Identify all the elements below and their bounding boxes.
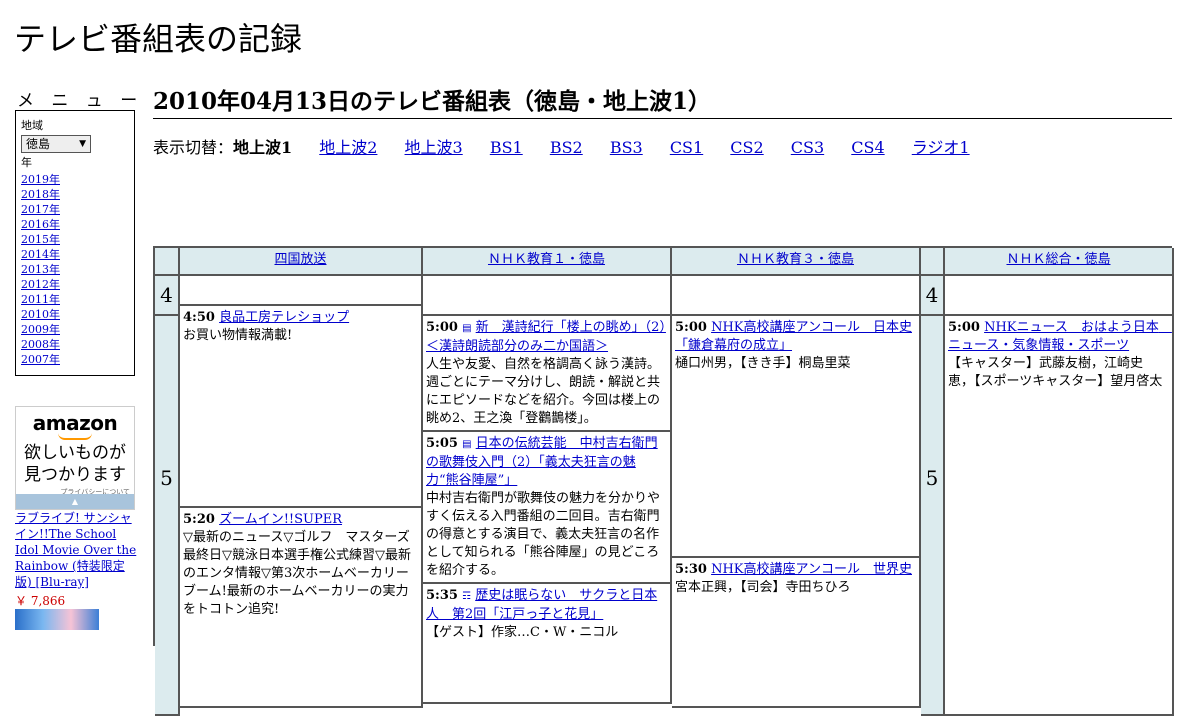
switcher-link-terrestrial2[interactable]: 地上波2 [319,138,377,157]
menu-heading: メ ニ ュ ー [17,91,144,111]
program-description: 人生や友愛、自然を格調高く詠う漢詩。週ごとにテーマ分けし、朗読・解説と共にエピソ… [426,357,661,426]
year-link-2010[interactable]: 2010年 [21,307,129,322]
program-cell: 5:00 NHK高校講座アンコール 日本史「鎌倉幕府の成立」 樋口州男，【きき手… [672,316,921,558]
program-time: 4:50 [183,310,215,325]
hour-label-5-right: 5 [921,316,945,716]
product-link[interactable]: ラブライブ! サンシャイン!!The School Idol Movie Ove… [15,510,137,590]
site-title: テレビ番組表の記録 [14,20,303,58]
ad-copy-line1: 欲しいものが [24,443,126,463]
year-link-2017[interactable]: 2017年 [21,202,129,217]
empty-slot-ch3 [672,276,921,316]
hour-label-4-right: 4 [921,276,945,316]
program-description: お買い物情報満載! [183,328,293,343]
switcher-link-terrestrial3[interactable]: 地上波3 [405,138,463,157]
region-select-value: 徳島 [26,137,51,151]
program-cell: 4:50 良品工房テレショップ お買い物情報満載! [180,306,423,508]
program-time: 5:00 [948,320,980,335]
year-link-2013[interactable]: 2013年 [21,262,129,277]
hour-label-5-left: 5 [155,316,180,716]
channel-link-nhk-edu3[interactable]: ＮＨＫ教育３・徳島 [737,252,854,267]
program-time: 5:00 [426,320,458,335]
hour-label-4-left: 4 [155,276,180,316]
ad-expand-bar[interactable]: ▲ [16,494,134,509]
program-description: 樋口州男，【きき手】桐島里菜 [675,356,851,371]
channel-header-3: ＮＨＫ教育３・徳島 [672,248,921,276]
caption-icon: ▤ [462,323,472,334]
program-description: 中村吉右衛門が歌舞伎の魅力を分かりやすく伝える入門番組の二回目。吉右衛門の得意と… [426,491,661,578]
region-label: 地域 [21,119,43,132]
program-time: 5:30 [675,562,707,577]
program-cell: 5:30 NHK高校講座アンコール 世界史 宮本正興，【司会】寺田ちひろ [672,558,921,708]
program-title-link[interactable]: 日本の伝統芸能 中村吉右衛門の歌舞伎入門（2）「義太夫狂言の魅力“熊谷陣屋”」 [426,436,658,488]
program-description: 【キャスター】武藤友樹，江崎史恵，【スポーツキャスター】望月啓太 [948,356,1163,389]
year-link-2019[interactable]: 2019年 [21,172,129,187]
year-link-2014[interactable]: 2014年 [21,247,129,262]
year-link-2015[interactable]: 2015年 [21,232,129,247]
switcher-current: 地上波1 [233,138,293,157]
empty-slot-ch1 [180,276,423,306]
switcher-link-radio1[interactable]: ラジオ1 [912,138,970,157]
program-cell: 5:00 NHKニュース おはよう日本 ニュース・気象情報・スポーツ 【キャスタ… [945,316,1174,716]
program-title-link[interactable]: 良品工房テレショップ [219,310,349,325]
empty-slot-ch2 [423,276,672,316]
program-title-link[interactable]: NHKニュース おはよう日本 ニュース・気象情報・スポーツ [948,320,1172,353]
program-title-link[interactable]: NHK高校講座アンコール 日本史「鎌倉幕府の成立」 [675,320,912,353]
program-time: 5:00 [675,320,707,335]
switcher-link-cs1[interactable]: CS1 [670,138,703,157]
program-title-link[interactable]: ズームイン!!SUPER [219,512,342,527]
program-title-link[interactable]: 歴史は眠らない サクラと日本人 第2回「江戸っ子と花見」 [426,588,657,622]
year-label: 年 [21,156,32,169]
year-link-2009[interactable]: 2009年 [21,322,129,337]
year-link-2016[interactable]: 2016年 [21,217,129,232]
region-select[interactable]: 徳島 ▼ [21,135,91,153]
amazon-logo: amazon [32,411,118,435]
chevron-up-icon: ▲ [71,497,79,506]
data-broadcast-icon: ☶ [462,591,472,602]
channel-header-1: 四国放送 [180,248,423,276]
amazon-ad-banner[interactable]: amazon 欲しいものが 見つかります プライバシーについて ▲ [15,406,135,510]
channel-link-nhk-edu1[interactable]: ＮＨＫ教育１・徳島 [488,252,605,267]
year-list: 2019年 2018年 2017年 2016年 2015年 2014年 2013… [21,172,129,367]
tv-schedule-grid: 四国放送 ＮＨＫ教育１・徳島 ＮＨＫ教育３・徳島 ＮＨＫ総合・徳島 4 4 5 … [153,246,1174,716]
ad-copy-line2: 見つかります [24,465,126,485]
channel-link-nhk-general[interactable]: ＮＨＫ総合・徳島 [1006,252,1110,267]
year-link-2011[interactable]: 2011年 [21,292,129,307]
caption-icon: ▤ [462,439,472,450]
program-cell: 5:05 ▤ 日本の伝統芸能 中村吉右衛門の歌舞伎入門（2）「義太夫狂言の魅力“… [423,432,672,584]
program-time: 5:20 [183,512,215,527]
program-title-link[interactable]: NHK高校講座アンコール 世界史 [711,562,912,577]
program-cell: 5:20 ズームイン!!SUPER ▽最新のニュース▽ゴルフ マスターズ最終日▽… [180,508,423,708]
year-link-2012[interactable]: 2012年 [21,277,129,292]
menu-box: 地域 徳島 ▼ 年 2019年 2018年 2017年 2016年 2015年 … [15,110,135,376]
program-cell: 5:00 ▤ 新 漢詩紀行「楼上の眺め」（2）＜漢詩朗読部分のみ二か国語＞ 人生… [423,316,672,432]
product-thumbnail[interactable] [15,609,99,630]
switcher-label: 表示切替： [153,138,234,157]
program-description: 宮本正興，【司会】寺田ちひろ [675,580,851,595]
switcher-link-cs3[interactable]: CS3 [791,138,824,157]
channel-header-2: ＮＨＫ教育１・徳島 [423,248,672,276]
switcher-link-bs1[interactable]: BS1 [490,138,523,157]
year-link-2008[interactable]: 2008年 [21,337,129,352]
program-description: ▽最新のニュース▽ゴルフ マスターズ最終日▽競泳日本選手権公式練習▽最新のエンタ… [183,530,411,617]
empty-slot-ch4 [945,276,1174,316]
switcher-link-bs2[interactable]: BS2 [550,138,583,157]
page-title: 2010年04月13日のテレビ番組表（徳島・地上波1） [153,82,1172,119]
switcher-link-bs3[interactable]: BS3 [610,138,643,157]
hour-header-left [155,248,180,276]
product-price: ￥ 7,866 [15,594,66,608]
year-link-2018[interactable]: 2018年 [21,187,129,202]
program-time: 5:35 [426,588,458,603]
ad-copy: 欲しいものが 見つかります [16,442,134,486]
chevron-down-icon: ▼ [79,139,86,149]
channel-header-4: ＮＨＫ総合・徳島 [945,248,1174,276]
switcher-link-cs4[interactable]: CS4 [851,138,884,157]
program-cell: 5:35 ☶ 歴史は眠らない サクラと日本人 第2回「江戸っ子と花見」 【ゲスト… [423,584,672,704]
broadcast-switcher: 表示切替：地上波1 地上波2 地上波3 BS1 BS2 BS3 CS1 CS2 … [153,134,992,158]
program-time: 5:05 [426,436,458,451]
program-description: 【ゲスト】作家…C・W・ニコル [426,625,619,640]
hour-header-right [921,248,945,276]
switcher-link-cs2[interactable]: CS2 [730,138,763,157]
channel-link-shikoku[interactable]: 四国放送 [274,252,326,267]
year-link-2007[interactable]: 2007年 [21,352,129,367]
